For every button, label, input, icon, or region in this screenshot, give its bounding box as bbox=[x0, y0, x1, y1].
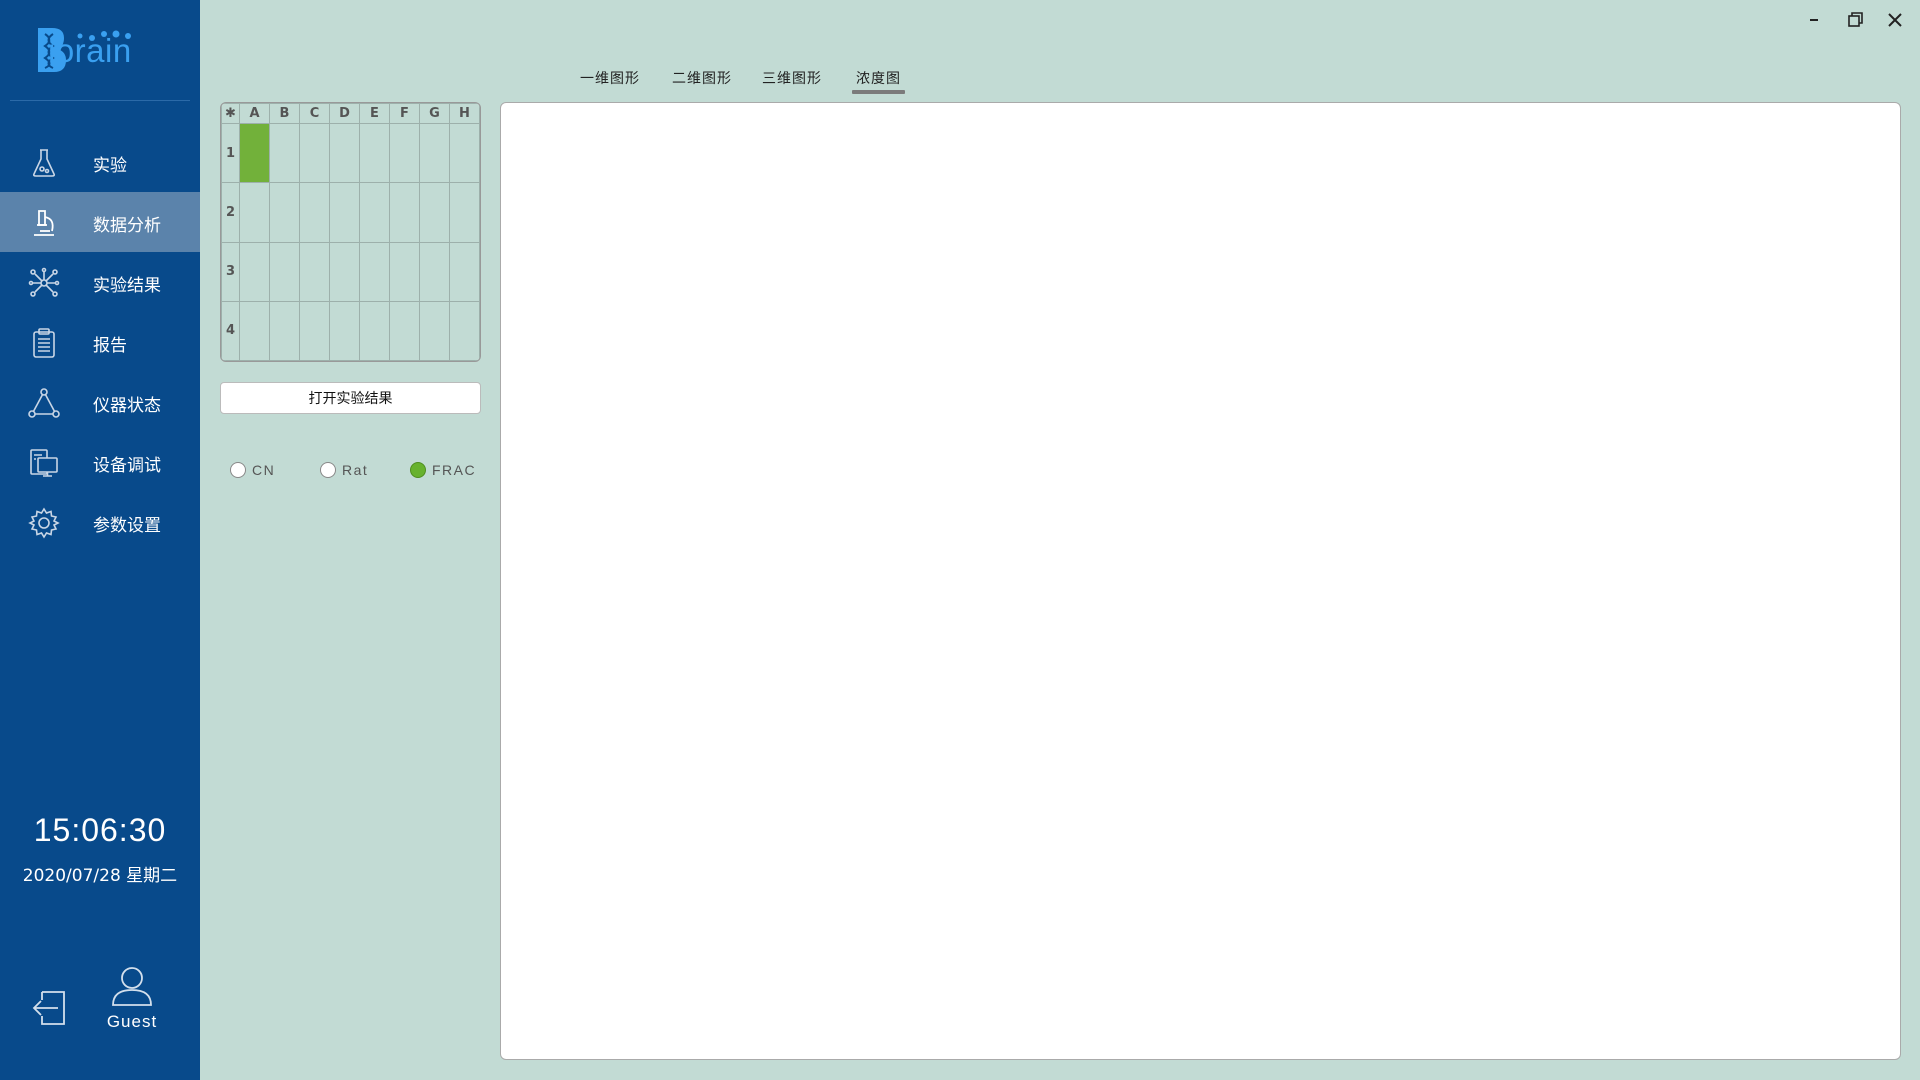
well[interactable] bbox=[239, 300, 270, 361]
clock-date: 2020/07/28 星期二 bbox=[22, 866, 178, 886]
close-icon bbox=[1888, 13, 1902, 27]
well[interactable] bbox=[449, 300, 480, 361]
network-icon bbox=[28, 267, 60, 299]
user-avatar[interactable] bbox=[110, 966, 154, 1006]
well[interactable] bbox=[359, 122, 390, 184]
radio-label: Rat bbox=[342, 462, 369, 478]
well[interactable] bbox=[239, 241, 270, 302]
sidebar-item-report[interactable]: 报告 bbox=[0, 312, 200, 372]
well[interactable] bbox=[299, 300, 330, 361]
well[interactable] bbox=[449, 241, 480, 302]
well[interactable] bbox=[359, 241, 390, 302]
well[interactable] bbox=[389, 300, 420, 361]
column-header[interactable]: A bbox=[239, 103, 270, 124]
radio-cn[interactable]: CN bbox=[230, 462, 275, 478]
radio-circle[interactable] bbox=[410, 462, 426, 478]
close-button[interactable] bbox=[1883, 10, 1907, 30]
sidebar-item-label: 仪器状态 bbox=[93, 396, 161, 416]
well[interactable] bbox=[269, 300, 300, 361]
clipboard-icon bbox=[28, 327, 60, 359]
well[interactable] bbox=[329, 182, 360, 243]
column-header[interactable]: G bbox=[419, 103, 450, 124]
sidebar-item-instrument-status[interactable]: 仪器状态 bbox=[0, 372, 200, 432]
column-header[interactable]: C bbox=[299, 103, 330, 124]
well[interactable] bbox=[269, 182, 300, 243]
sidebar-item-label: 数据分析 bbox=[93, 216, 161, 236]
chart-canvas[interactable] bbox=[500, 102, 1901, 1060]
sidebar-item-device-debug[interactable]: 设备调试 bbox=[0, 432, 200, 492]
sidebar-nav: 实验 数据分析 实验结果 报告 仪器状态 设备调试 参数设置 bbox=[0, 132, 200, 552]
triangle-nodes-icon bbox=[28, 387, 60, 419]
well[interactable] bbox=[299, 182, 330, 243]
sidebar-item-label: 报告 bbox=[93, 336, 127, 356]
corner-icon[interactable]: ✱ bbox=[221, 103, 240, 124]
well[interactable] bbox=[359, 182, 390, 243]
well[interactable] bbox=[389, 182, 420, 243]
open-results-button[interactable]: 打开实验结果 bbox=[220, 382, 481, 414]
well[interactable] bbox=[419, 241, 450, 302]
sidebar-item-label: 设备调试 bbox=[93, 456, 161, 476]
sidebar-item-experiment[interactable]: 实验 bbox=[0, 132, 200, 192]
sidebar-item-data-analysis[interactable]: 数据分析 bbox=[0, 192, 200, 252]
sidebar-item-label: 实验 bbox=[93, 156, 127, 176]
radio-circle[interactable] bbox=[320, 462, 336, 478]
logout-button[interactable] bbox=[32, 988, 68, 1028]
well[interactable] bbox=[419, 122, 450, 184]
column-header[interactable]: D bbox=[329, 103, 360, 124]
sidebar-item-label: 实验结果 bbox=[93, 276, 161, 296]
well[interactable] bbox=[449, 182, 480, 243]
radio-label: CN bbox=[252, 462, 276, 478]
row-header[interactable]: 3 bbox=[221, 241, 240, 302]
logo-text: iorain bbox=[48, 32, 132, 69]
radio-circle[interactable] bbox=[230, 462, 246, 478]
radio-rat[interactable]: Rat bbox=[320, 462, 368, 478]
flask-icon bbox=[28, 147, 60, 179]
well[interactable] bbox=[389, 122, 420, 184]
minimize-button[interactable] bbox=[1802, 10, 1826, 30]
tab-3d-graph[interactable]: 三维图形 bbox=[762, 68, 822, 88]
tab-1d-graph[interactable]: 一维图形 bbox=[580, 68, 640, 88]
sidebar-item-settings[interactable]: 参数设置 bbox=[0, 492, 200, 552]
well-A1[interactable] bbox=[239, 122, 270, 184]
column-header[interactable]: F bbox=[389, 103, 420, 124]
well[interactable] bbox=[329, 300, 360, 361]
radio-label: FRAC bbox=[432, 462, 477, 478]
row-header[interactable]: 1 bbox=[221, 122, 240, 184]
gear-icon bbox=[28, 507, 60, 539]
well[interactable] bbox=[419, 182, 450, 243]
well[interactable] bbox=[449, 122, 480, 184]
column-header[interactable]: H bbox=[449, 103, 480, 124]
user-icon bbox=[112, 967, 152, 1006]
column-header[interactable]: E bbox=[359, 103, 390, 124]
well-plate: ✱ A B C D E F G H 1 2 3 4 bbox=[220, 102, 481, 362]
user-name: Guest bbox=[106, 1012, 158, 1031]
restore-button[interactable] bbox=[1843, 10, 1867, 30]
sidebar-item-label: 参数设置 bbox=[93, 516, 161, 536]
column-header[interactable]: B bbox=[269, 103, 300, 124]
devices-icon bbox=[28, 447, 60, 479]
well[interactable] bbox=[389, 241, 420, 302]
tab-concentration[interactable]: 浓度图 bbox=[852, 68, 905, 94]
well[interactable] bbox=[419, 300, 450, 361]
restore-icon bbox=[1848, 12, 1863, 27]
tab-2d-graph[interactable]: 二维图形 bbox=[672, 68, 732, 88]
row-header[interactable]: 2 bbox=[221, 182, 240, 243]
well[interactable] bbox=[269, 122, 300, 184]
logout-icon bbox=[32, 991, 65, 1025]
radio-frac[interactable]: FRAC bbox=[410, 462, 476, 478]
well[interactable] bbox=[269, 241, 300, 302]
row-header[interactable]: 4 bbox=[221, 300, 240, 361]
well[interactable] bbox=[329, 122, 360, 184]
well[interactable] bbox=[299, 241, 330, 302]
clock-time: 15:06:30 bbox=[33, 812, 167, 848]
divider bbox=[10, 100, 190, 101]
well[interactable] bbox=[299, 122, 330, 184]
sidebar: iorain 实验 数据分析 实验结果 报告 仪器状态 设备调试 参数设置 15… bbox=[0, 0, 200, 1080]
minimize-icon bbox=[1810, 19, 1818, 21]
well[interactable] bbox=[239, 182, 270, 243]
well[interactable] bbox=[359, 300, 390, 361]
sidebar-item-results[interactable]: 实验结果 bbox=[0, 252, 200, 312]
well[interactable] bbox=[329, 241, 360, 302]
microscope-icon bbox=[28, 207, 60, 239]
